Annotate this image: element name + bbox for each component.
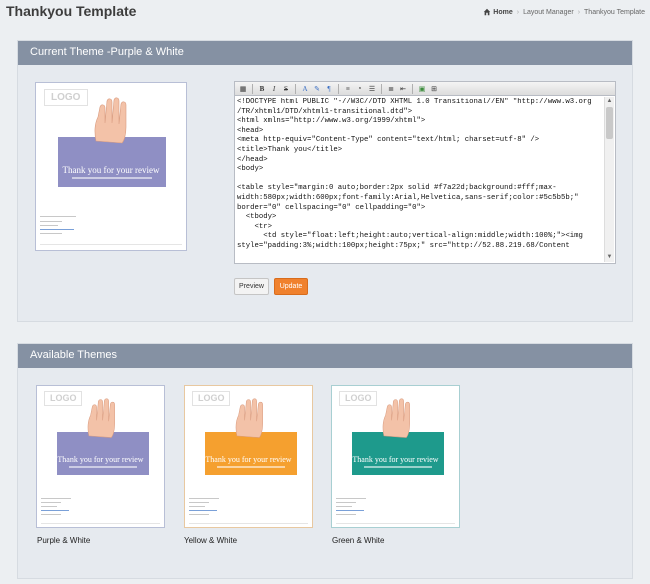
html-editor[interactable]: ▦ B I S A ✎ ¶ ≡ ⁿ ☰ ≣ ⇤ ▣ ⊞ <!DOCTYPE ht…	[234, 81, 616, 264]
align-icon[interactable]: ≡	[343, 84, 353, 94]
home-icon	[484, 8, 491, 16]
breadcrumb: Home › Layout Manager › Thankyou Templat…	[483, 8, 645, 16]
theme-card-green[interactable]: LOGO Thank you for your review	[331, 385, 460, 528]
template-thumbnail: LOGO Thank you for your review	[332, 386, 459, 527]
hero-title: Thank you for your review	[205, 455, 292, 464]
update-button[interactable]: Update	[274, 278, 308, 295]
breadcrumb-separator: ›	[577, 8, 581, 16]
theme-name-green: Green & White	[332, 536, 385, 545]
theme-card-purple[interactable]: LOGO Thank you for your review	[36, 385, 165, 528]
editor-scrollbar[interactable]: ▲ ▼	[604, 97, 614, 262]
theme-card-yellow[interactable]: LOGO Thank you for your review	[184, 385, 313, 528]
available-themes-header: Available Themes	[18, 344, 632, 368]
font-color-icon[interactable]: A	[300, 84, 310, 94]
template-thumbnail: LOGO Thank you for your review	[185, 386, 312, 527]
footer-divider	[40, 244, 182, 245]
align-left-icon[interactable]: ≣	[386, 84, 396, 94]
hand-icon	[94, 97, 127, 144]
italic-icon[interactable]: I	[269, 84, 279, 94]
hero-subtext	[58, 177, 166, 179]
format-icon[interactable]: ¶	[324, 84, 334, 94]
table-icon[interactable]: ⊞	[429, 84, 439, 94]
hero-subtext	[205, 466, 297, 468]
bold-icon[interactable]: B	[257, 84, 267, 94]
logo-placeholder: LOGO	[44, 391, 82, 406]
font-size-icon[interactable]: ⁿ	[355, 84, 365, 94]
scroll-thumb[interactable]	[606, 107, 613, 139]
breadcrumb-home[interactable]: Home	[483, 8, 513, 16]
hero-subtext	[57, 466, 149, 468]
hero-title: Thank you for your review	[352, 455, 439, 464]
scroll-up-icon[interactable]: ▲	[605, 97, 614, 106]
hero-title: Thank you for your review	[57, 455, 144, 464]
theme-name-purple: Purple & White	[37, 536, 91, 545]
page-title: Thankyou Template	[6, 3, 137, 19]
logo-placeholder: LOGO	[44, 89, 88, 106]
top-bar: Thankyou Template Home › Layout Manager …	[0, 0, 650, 26]
hand-icon	[87, 398, 115, 438]
breadcrumb-home-label: Home	[493, 8, 513, 16]
highlight-icon[interactable]: ✎	[312, 84, 322, 94]
footer-text	[189, 498, 225, 518]
template-thumbnail: LOGO Thank you for your review	[37, 386, 164, 527]
logo-placeholder: LOGO	[339, 391, 377, 406]
hero-title: Thank you for your review	[62, 165, 160, 175]
hero-subtext	[352, 466, 444, 468]
footer-text	[336, 498, 372, 518]
strikethrough-icon[interactable]: S	[281, 84, 291, 94]
current-theme-header: Current Theme -Purple & White	[18, 41, 632, 65]
image-icon[interactable]: ▣	[417, 84, 427, 94]
template-thumbnail: LOGO Thank you for your review	[36, 83, 186, 250]
outdent-icon[interactable]: ⇤	[398, 84, 408, 94]
toolbar-divider	[295, 83, 296, 94]
breadcrumb-current: Thankyou Template	[584, 8, 645, 16]
logo-placeholder: LOGO	[192, 391, 230, 406]
toolbar-divider	[338, 83, 339, 94]
toolbar-divider	[252, 83, 253, 94]
preview-icon[interactable]: ▦	[238, 84, 248, 94]
hand-icon	[235, 398, 263, 438]
footer-divider	[336, 523, 455, 524]
footer-text	[41, 498, 77, 518]
breadcrumb-layout-manager[interactable]: Layout Manager	[523, 9, 574, 16]
scroll-down-icon[interactable]: ▼	[605, 253, 614, 262]
theme-name-yellow: Yellow & White	[184, 536, 238, 545]
preview-button[interactable]: Preview	[234, 278, 269, 295]
list-icon[interactable]: ☰	[367, 84, 377, 94]
hand-icon	[382, 398, 410, 438]
toolbar-divider	[412, 83, 413, 94]
footer-divider	[41, 523, 160, 524]
code-text[interactable]: <!DOCTYPE html PUBLIC "-//W3C//DTD XHTML…	[237, 98, 603, 261]
current-theme-preview: LOGO Thank you for your review	[35, 82, 187, 251]
breadcrumb-separator: ›	[516, 8, 520, 16]
footer-text	[40, 216, 80, 237]
toolbar-divider	[381, 83, 382, 94]
editor-toolbar: ▦ B I S A ✎ ¶ ≡ ⁿ ☰ ≣ ⇤ ▣ ⊞	[235, 82, 615, 96]
footer-divider	[189, 523, 308, 524]
